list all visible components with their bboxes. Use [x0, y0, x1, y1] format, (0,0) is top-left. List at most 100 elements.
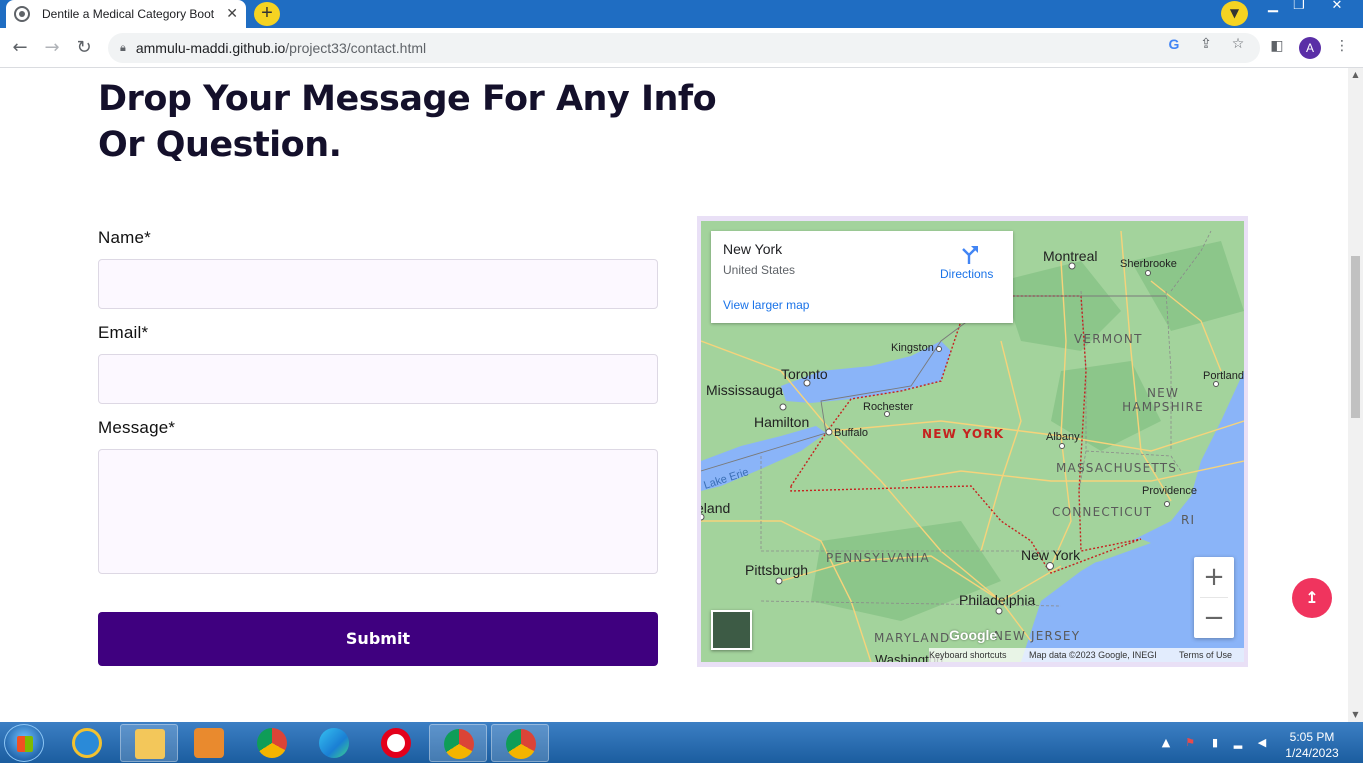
browser-toolbar: ← → ↻ 🔒︎ ammulu-maddi.github.io/project3… [0, 28, 1363, 68]
folder-icon [135, 729, 165, 759]
name-label: Name* [98, 228, 151, 247]
action-center-icon[interactable]: ⚑ [1183, 736, 1197, 750]
tab-search-chevron-icon[interactable]: ▼ [1221, 1, 1248, 26]
minimize-button[interactable]: ▁ [1260, 0, 1286, 12]
directions-link[interactable]: Directions [940, 267, 993, 281]
tab-title: Dentile a Medical Category Boot [42, 7, 215, 21]
windows-taskbar: ▲ ⚑ ▮ ▂ ◀ 5:05 PM 1/24/2023 [0, 722, 1363, 763]
page-scrollbar[interactable]: ▲ ▼ [1348, 68, 1363, 722]
map-label-city: Kingston [891, 342, 934, 354]
windows-logo-icon [17, 736, 33, 752]
map-canvas[interactable]: VERMONT NEW HAMPSHIRE NEW YORK MASSACHUS… [701, 221, 1244, 662]
new-tab-button[interactable]: + [254, 2, 280, 26]
media-player-icon [194, 728, 224, 758]
map-label-city: Providence [1142, 485, 1198, 497]
map-embed: VERMONT NEW HAMPSHIRE NEW YORK MASSACHUS… [697, 216, 1248, 667]
edge-icon [319, 728, 349, 758]
email-input[interactable] [98, 354, 658, 404]
taskbar-opera[interactable] [367, 724, 425, 762]
share-icon[interactable]: ⇪ [1197, 35, 1215, 53]
view-larger-map-link[interactable]: View larger map [723, 298, 809, 312]
tray-expand-icon[interactable]: ▲ [1159, 736, 1173, 750]
map-footer: Keyboard shortcuts Map data ©2023 Google… [929, 648, 1244, 662]
keyboard-shortcuts-link[interactable]: Keyboard shortcuts [929, 648, 1007, 662]
globe-icon [14, 6, 30, 22]
map-zoom-controls: + − [1194, 557, 1234, 638]
message-label: Message* [98, 418, 176, 437]
opera-icon [381, 728, 411, 758]
map-label-state: MASSACHUSETTS [1056, 461, 1178, 475]
scroll-down-arrow-icon[interactable]: ▼ [1348, 708, 1363, 722]
browser-tab-bar: Dentile a Medical Category Boot ✕ + ▼ ▁ … [0, 0, 1363, 28]
map-label-city: Mississauga [706, 382, 784, 398]
restore-button[interactable]: ❐ [1286, 0, 1312, 12]
lock-icon: 🔒︎ [120, 41, 126, 54]
map-label-city: Toronto [781, 366, 828, 382]
zoom-in-button[interactable]: + [1194, 557, 1234, 597]
zoom-out-button[interactable]: − [1194, 598, 1234, 638]
map-label-state: NEW JERSEY [994, 629, 1081, 643]
map-label-state: NEW HAMPSHIRE [1122, 386, 1204, 414]
map-place-card: New York United States View larger map D… [711, 231, 1013, 323]
message-textarea[interactable] [98, 449, 658, 574]
map-label-city: Sherbrooke [1120, 258, 1177, 270]
map-label-city: New York [1021, 547, 1081, 563]
taskbar-file-explorer[interactable] [120, 724, 178, 762]
battery-icon[interactable]: ▮ [1208, 736, 1222, 750]
clock-time[interactable]: 5:05 PM [1282, 730, 1342, 744]
start-button[interactable] [4, 724, 44, 762]
close-tab-icon[interactable]: ✕ [226, 6, 238, 22]
reload-icon[interactable]: ↻ [72, 36, 96, 60]
map-label-state: CONNECTICUT [1052, 505, 1153, 519]
browser-tab[interactable]: Dentile a Medical Category Boot ✕ [6, 0, 246, 28]
url-path: /project33/contact.html [285, 40, 427, 56]
chrome-icon [444, 729, 474, 759]
google-translate-icon[interactable]: G [1165, 35, 1183, 53]
map-label-city: Buffalo [834, 427, 869, 439]
address-bar[interactable]: 🔒︎ ammulu-maddi.github.io/project33/cont… [108, 33, 1260, 63]
page-heading: Drop Your Message For Any Info Or Questi… [98, 79, 717, 165]
scroll-up-arrow-icon[interactable]: ▲ [1348, 68, 1363, 82]
submit-button[interactable]: Submit [98, 612, 658, 666]
map-label-city: Montreal [1043, 248, 1098, 264]
map-label-state: PENNSYLVANIA [826, 551, 930, 565]
side-panel-icon[interactable]: ◧ [1268, 37, 1286, 55]
menu-kebab-icon[interactable]: ⋮ [1333, 37, 1351, 55]
taskbar-chrome[interactable] [243, 724, 301, 762]
taskbar-chrome-2[interactable] [429, 724, 487, 762]
map-label-city: Pittsburgh [745, 562, 809, 578]
volume-icon[interactable]: ◀ [1255, 736, 1269, 750]
map-place-country: United States [723, 263, 796, 277]
profile-avatar[interactable]: A [1299, 37, 1321, 59]
email-label: Email* [98, 323, 149, 342]
back-to-top-button[interactable]: ↥ [1292, 578, 1332, 618]
scrollbar-thumb[interactable] [1351, 256, 1360, 418]
url-host: ammulu-maddi.github.io [135, 40, 286, 56]
map-label-city: Cleveland [701, 500, 731, 516]
name-input[interactable] [98, 259, 658, 309]
taskbar-media-player[interactable] [180, 724, 238, 762]
bookmark-star-icon[interactable]: ☆ [1229, 35, 1247, 53]
chrome-profile-icon [506, 729, 536, 759]
page-content: Drop Your Message For Any Info Or Questi… [0, 68, 1348, 722]
map-label-city: Hamilton [754, 414, 810, 430]
back-arrow-icon[interactable]: ← [8, 36, 32, 60]
map-label-city: Albany [1046, 431, 1080, 443]
taskbar-edge[interactable] [305, 724, 363, 762]
terms-of-use-link[interactable]: Terms of Use [1179, 648, 1232, 662]
satellite-toggle[interactable] [711, 610, 752, 650]
map-label-city: Philadelphia [959, 592, 1036, 608]
map-label-city: Portland [1203, 370, 1244, 382]
taskbar-chrome-profile[interactable] [491, 724, 549, 762]
map-label-state: NEW YORK [922, 427, 1005, 441]
taskbar-internet-explorer[interactable] [58, 724, 116, 762]
map-label-city: Rochester [863, 401, 914, 413]
clock-date[interactable]: 1/24/2023 [1282, 746, 1342, 760]
directions-icon[interactable] [957, 242, 981, 266]
close-window-button[interactable]: ✕ [1324, 0, 1350, 12]
forward-arrow-icon[interactable]: → [40, 36, 64, 60]
map-label-state: VERMONT [1074, 332, 1143, 346]
map-label-state: MARYLAND [874, 631, 951, 645]
map-label-state: RI [1181, 513, 1196, 527]
network-signal-icon[interactable]: ▂ [1231, 736, 1245, 750]
